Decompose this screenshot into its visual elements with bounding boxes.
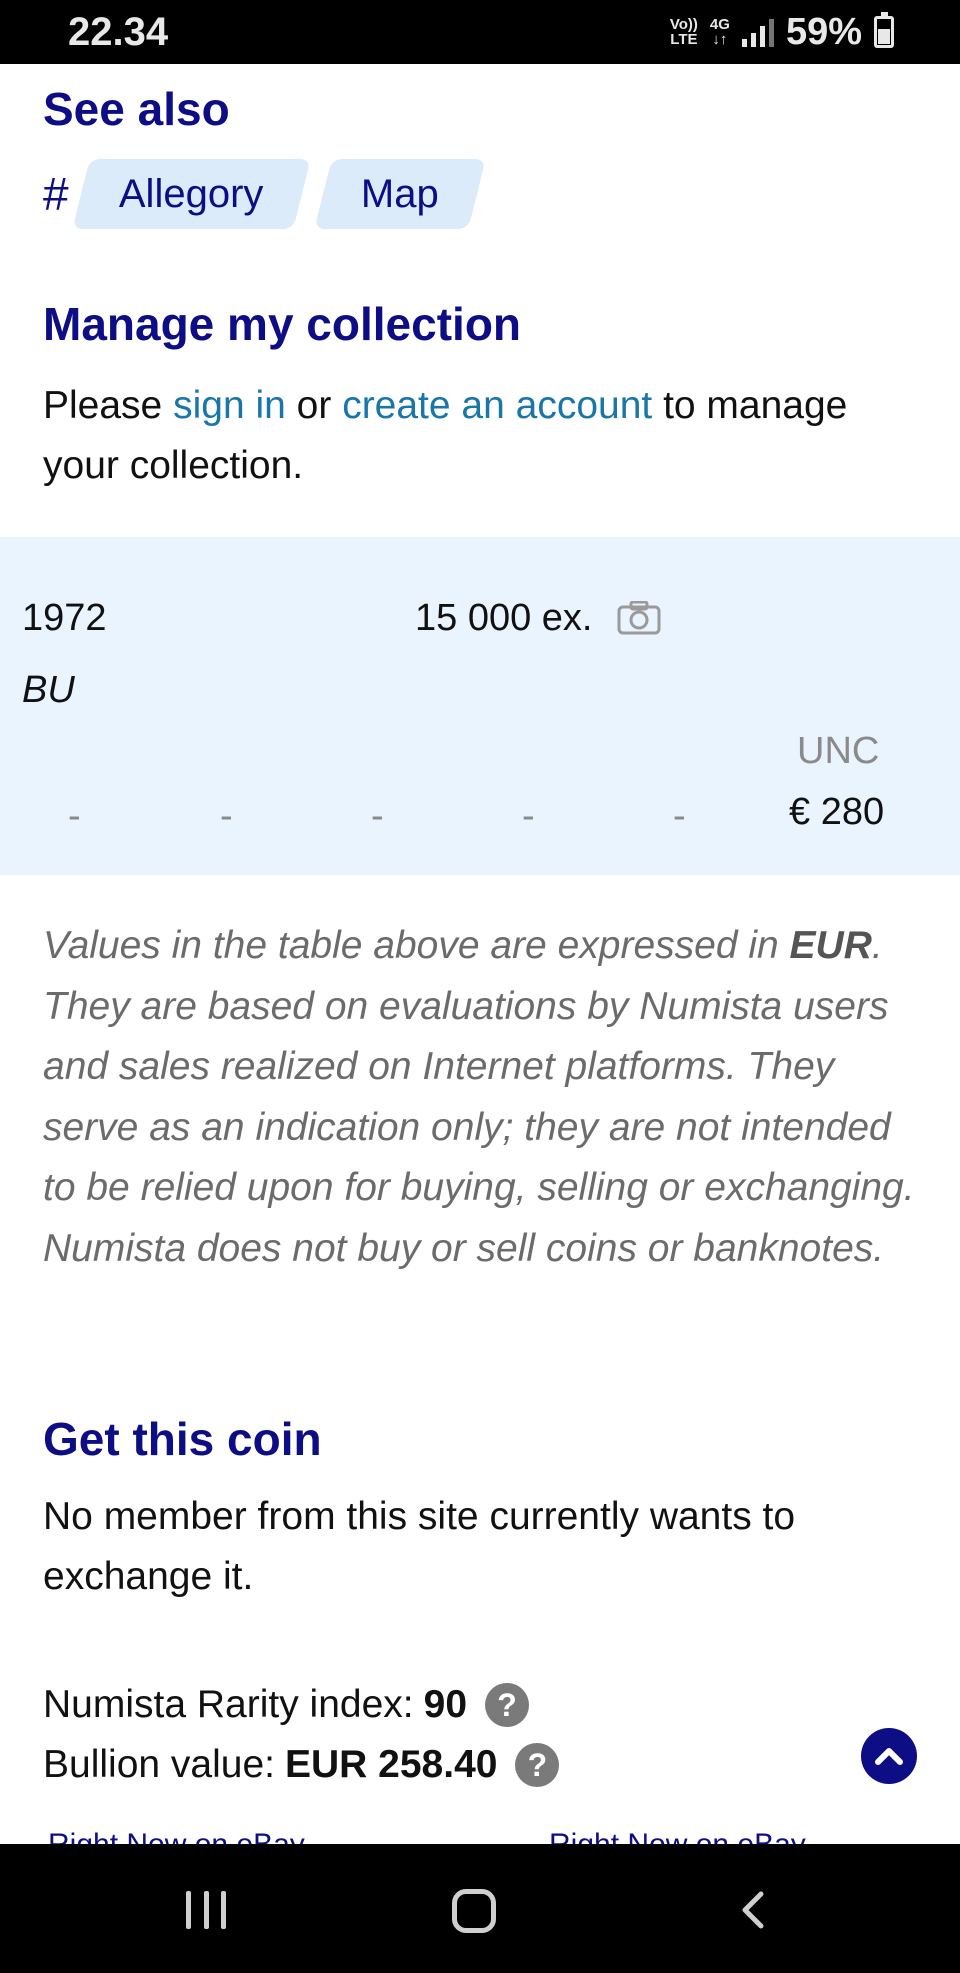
hash-icon: #	[43, 168, 69, 220]
tag-list: # Allegory Map	[43, 158, 499, 230]
back-button[interactable]	[735, 1890, 775, 1930]
navigation-bar	[0, 1844, 960, 1973]
battery-icon	[874, 12, 894, 48]
ebay-links: Right Now on eBay Right Now on eBay	[0, 1830, 960, 1844]
get-coin-text: No member from this site currently wants…	[43, 1495, 796, 1598]
help-icon[interactable]: ?	[485, 1683, 530, 1727]
battery-percent: 59%	[785, 10, 862, 53]
get-coin-heading: Get this coin	[43, 1413, 322, 1465]
table-value-empty: -	[673, 795, 686, 837]
sign-in-link[interactable]: sign in	[173, 384, 286, 427]
rarity-index-row: Numista Rarity index: 90 ?	[43, 1683, 530, 1727]
ebay-link-left[interactable]: Right Now on eBay	[48, 1830, 305, 1844]
status-time: 22.34	[68, 10, 169, 54]
chevron-up-icon	[875, 1748, 903, 1765]
bullion-value-row: Bullion value: EUR 258.40 ?	[43, 1743, 560, 1787]
create-account-link[interactable]: create an account	[342, 384, 652, 427]
home-button[interactable]	[452, 1889, 496, 1933]
collection-text: Please sign in or create an account to m…	[43, 384, 848, 487]
table-value-empty: -	[371, 795, 384, 837]
rarity-label: Numista Rarity index:	[43, 1683, 414, 1726]
bullion-label: Bullion value:	[43, 1743, 275, 1786]
grade-header-unc: UNC	[797, 730, 880, 772]
table-type: BU	[22, 669, 75, 711]
status-icons: Vo)) LTE 4G ↓↑ 59%	[670, 10, 894, 54]
value-table: 1972 15 000 ex. BU UNC - - - - - € 280	[0, 537, 960, 875]
camera-icon[interactable]	[617, 601, 661, 635]
ebay-link-right[interactable]: Right Now on eBay	[549, 1830, 806, 1844]
status-bar: 22.34 Vo)) LTE 4G ↓↑ 59%	[0, 0, 960, 64]
table-mintage: 15 000 ex.	[415, 597, 593, 639]
tag-allegory[interactable]: Allegory	[71, 159, 310, 229]
table-value-empty: -	[68, 795, 81, 837]
values-disclaimer: Values in the table above are expressed …	[43, 924, 915, 1270]
table-price-unc: € 280	[789, 791, 885, 833]
recent-apps-button[interactable]	[186, 1891, 226, 1929]
table-value-empty: -	[220, 795, 233, 837]
manage-collection-heading: Manage my collection	[43, 298, 522, 350]
scroll-to-top-button[interactable]	[861, 1728, 917, 1784]
see-also-heading: See also	[43, 83, 230, 135]
bullion-value: EUR 258.40	[284, 1743, 498, 1786]
help-icon[interactable]: ?	[515, 1743, 560, 1787]
rarity-value: 90	[423, 1683, 468, 1726]
signal-icon	[741, 17, 774, 47]
table-value-empty: -	[522, 795, 535, 837]
network-type-indicator: 4G ↓↑	[709, 16, 730, 48]
volte-indicator: Vo)) LTE	[669, 16, 698, 48]
tag-map[interactable]: Map	[314, 159, 486, 229]
table-year: 1972	[22, 597, 107, 639]
